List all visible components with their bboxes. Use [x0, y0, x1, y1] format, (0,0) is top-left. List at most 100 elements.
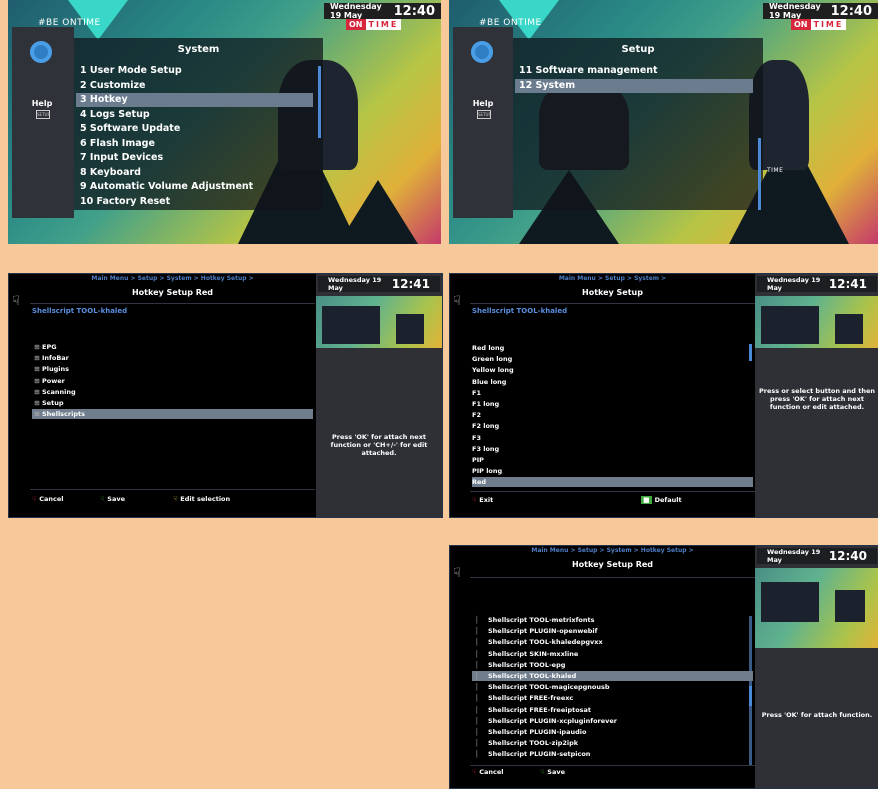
list-item[interactable]: Yellow long	[472, 365, 753, 375]
list-item-label: Shellscript PLUGIN-ipaudio	[488, 728, 587, 736]
ticker-label: TIME	[767, 167, 784, 174]
selected-function: Shellscript TOOL-khaled	[472, 307, 568, 315]
list-item[interactable]: F2 long	[472, 421, 753, 431]
list-item[interactable]: │ Shellscript PLUGIN-xcpluginforever	[472, 716, 753, 726]
menu-item[interactable]: 11 Software management	[515, 64, 753, 78]
edit-selection-button[interactable]: ☟ Edit selection	[173, 495, 230, 503]
list-item-label: F2 long	[472, 422, 500, 431]
menu-scrollbar[interactable]	[758, 138, 761, 210]
list-item-label: Shellscript FREE-freeiptosat	[488, 705, 592, 714]
cancel-button[interactable]: ☟ Cancel	[32, 495, 64, 503]
save-button[interactable]: ☟ Save	[100, 495, 125, 503]
list-item[interactable]: Red long	[472, 343, 753, 353]
help-setup-icon[interactable]: SETUP	[477, 110, 491, 119]
channel-logo: ON TIME	[346, 19, 402, 30]
selected-function: Shellscript TOOL-khaled	[32, 307, 128, 315]
preview-person	[835, 314, 863, 344]
expand-plus-icon: ⊞	[34, 376, 40, 385]
hand-icon: ☟	[453, 566, 461, 581]
list-bullet-icon: │	[475, 683, 479, 692]
list-item[interactable]: PIP long	[472, 466, 753, 476]
save-button[interactable]: ☟ Save	[540, 768, 565, 776]
list-item[interactable]: F3	[472, 433, 753, 443]
clock-time: 12:40	[830, 3, 872, 19]
menu-item[interactable]: 2 Customize	[76, 79, 313, 93]
list-item-label: F3	[472, 433, 481, 442]
list-item-label: Shellscript SKIN-mxxline	[488, 649, 579, 658]
list-item-label: Shellscript PLUGIN-openwebif	[488, 627, 598, 636]
logo-time: TIME	[810, 19, 847, 30]
menu-item[interactable]: 8 Keyboard	[76, 166, 313, 180]
list-item[interactable]: Red	[472, 477, 753, 488]
menu-item[interactable]: 9 Automatic Volume Adjustment	[76, 180, 313, 194]
menu-item[interactable]: 7 Input Devices	[76, 151, 313, 165]
list-bullet-icon: │	[475, 616, 479, 624]
settings-sidebar: Help SETUP	[12, 27, 74, 218]
list-item[interactable]: │ Shellscript TOOL-zip2ipk	[472, 738, 753, 748]
list-item-label: F1 long	[472, 400, 500, 408]
list-item[interactable]: │ Shellscript TOOL-khaledepgvxx	[472, 637, 753, 647]
list-item[interactable]: F1 long	[472, 399, 753, 409]
list-item[interactable]: ⊞ Power	[32, 376, 313, 386]
list-item[interactable]: ⊞ Shellscripts	[32, 409, 313, 420]
save-label: Save	[107, 495, 125, 503]
bg-shape	[338, 180, 418, 244]
menu-item[interactable]: 6 Flash Image	[76, 137, 313, 151]
clock-box: Wednesday 19 May 12:40	[763, 2, 878, 20]
list-bullet-icon: │	[475, 716, 479, 725]
divider	[470, 765, 755, 766]
list-item[interactable]: F2	[472, 410, 753, 420]
cancel-button[interactable]: ☟ Cancel	[472, 768, 504, 776]
menu-item[interactable]: 1 User Mode Setup	[76, 64, 313, 78]
menu-scrollbar[interactable]	[318, 66, 321, 138]
menu-item[interactable]: 3 Hotkey	[76, 93, 313, 107]
clock-date: Wednesday 19 May	[767, 276, 821, 292]
divider	[30, 489, 315, 490]
list-item[interactable]: │ Shellscript TOOL-metrixfonts	[472, 615, 753, 625]
help-message: Press 'OK' for attach next function or '…	[330, 433, 428, 457]
list-bullet-icon: │	[475, 649, 479, 658]
green-button-icon: ☟	[100, 495, 105, 503]
breadcrumb: Main Menu > Setup > System > Hotkey Setu…	[91, 275, 254, 282]
logo-time: TIME	[365, 19, 402, 30]
hand-icon: ☟	[453, 294, 461, 309]
list-item[interactable]: F1	[472, 388, 753, 398]
list-item-label: EPG	[42, 343, 57, 351]
list-item[interactable]: ⊞ Scanning	[32, 387, 313, 397]
list-item-label: Shellscript PLUGIN-setpicon	[488, 750, 591, 759]
list-item[interactable]: │ Shellscript TOOL-khaled	[472, 671, 753, 681]
list-item[interactable]: │ Shellscript PLUGIN-ipaudio	[472, 727, 753, 737]
list-item-label: Yellow long	[472, 366, 514, 375]
list-item-label: F3 long	[472, 444, 500, 453]
list-item-label: Shellscripts	[42, 410, 85, 419]
list-item[interactable]: ⊞ InfoBar	[32, 353, 313, 363]
list-item[interactable]: │ Shellscript PLUGIN-openwebif	[472, 626, 753, 636]
divider	[470, 491, 755, 492]
clock-time: 12:41	[391, 277, 430, 291]
exit-button[interactable]: ☟ Exit	[472, 496, 493, 504]
list-item[interactable]: ⊞ Setup	[32, 398, 313, 408]
exit-label: Exit	[479, 496, 494, 504]
list-item[interactable]: PIP	[472, 455, 753, 465]
list-item[interactable]: F3 long	[472, 444, 753, 454]
clock-time: 12:41	[828, 277, 867, 291]
list-item[interactable]: │ Shellscript SKIN-mxxline	[472, 649, 753, 659]
info-sidebar: Wednesday 19 May 12:41 Press or select b…	[755, 274, 878, 517]
page-title: Hotkey Setup Red	[571, 560, 654, 569]
list-item[interactable]: Green long	[472, 354, 753, 364]
menu-item[interactable]: 4 Logs Setup	[76, 108, 313, 122]
list-item[interactable]: ⊞ Plugins	[32, 364, 313, 374]
list-item[interactable]: Blue long	[472, 377, 753, 387]
menu-item[interactable]: 5 Software Update	[76, 122, 313, 136]
list-item[interactable]: │ Shellscript TOOL-epg	[472, 660, 753, 670]
list-item[interactable]: │ Shellscript PLUGIN-setpicon	[472, 749, 753, 759]
list-item[interactable]: │ Shellscript TOOL-magicepgnousb	[472, 682, 753, 692]
list-item[interactable]: │ Shellscript FREE-freexc	[472, 693, 753, 703]
list-item[interactable]: ⊞ EPG	[32, 342, 313, 352]
default-button[interactable]: ■ Default	[641, 496, 682, 504]
help-setup-icon[interactable]: SETUP	[36, 110, 50, 119]
menu-item[interactable]: 12 System	[515, 78, 753, 93]
menu-item[interactable]: 10 Factory Reset	[76, 195, 313, 209]
setup-menu: Setup 11 Software management 12 System	[513, 38, 763, 210]
list-item[interactable]: │ Shellscript FREE-freeiptosat	[472, 705, 753, 715]
